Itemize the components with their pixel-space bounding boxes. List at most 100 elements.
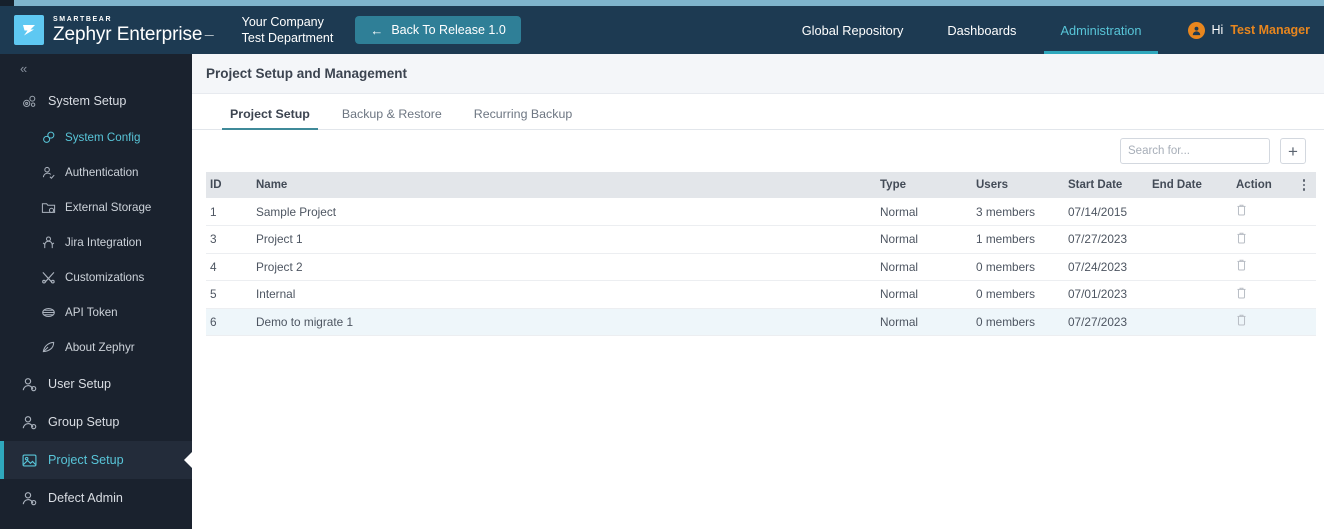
cell-type: Normal (880, 314, 919, 329)
cell-menu (1292, 253, 1316, 281)
sidebar-item-jira-integration[interactable]: Jira Integration (0, 225, 192, 260)
sidebar-item-label: External Storage (65, 201, 152, 214)
sidebar-item-customizations[interactable]: Customizations (0, 260, 192, 295)
cell-users: 1 members (976, 232, 1036, 247)
cell-action (1232, 253, 1292, 281)
tab-project-setup[interactable]: Project Setup (214, 107, 326, 130)
back-to-release-button[interactable]: ← Back To Release 1.0 (355, 16, 521, 44)
plus-icon: + (1288, 141, 1298, 161)
sidebar-item-label: User Setup (48, 377, 111, 391)
sidebar-item-defect-admin[interactable]: Defect Admin (0, 479, 192, 517)
nav-label: Dashboards (947, 22, 1017, 38)
sidebar-item-group-setup[interactable]: Group Setup (0, 403, 192, 441)
cell-action (1232, 308, 1292, 336)
tab-bar: Project Setup Backup & Restore Recurring… (192, 94, 1324, 130)
cell-menu (1292, 308, 1316, 336)
sidebar-item-system-setup[interactable]: System Setup (0, 82, 192, 120)
cell-name[interactable]: Project 2 (252, 253, 876, 281)
cell-type: Normal (880, 287, 919, 302)
sidebar-item-authentication[interactable]: Authentication (0, 155, 192, 190)
sidebar-item-label: Authentication (65, 166, 139, 179)
trademark-symbol: — (202, 29, 214, 40)
main-content: Project Setup and Management Project Set… (192, 54, 1324, 529)
table-row[interactable]: 5 Internal Normal 0 members 07/01/2023 (206, 280, 1316, 309)
sidebar-item-about-zephyr[interactable]: About Zephyr (0, 330, 192, 365)
brand-product: Zephyr Enterprise — (53, 24, 214, 45)
sidebar-item-label: System Config (65, 131, 141, 144)
cell-type: Normal (880, 259, 919, 274)
trash-delete-icon[interactable] (1236, 314, 1247, 329)
column-header-type[interactable]: Type (876, 172, 972, 198)
cell-users: 3 members (976, 204, 1036, 219)
table-row[interactable]: 3 Project 1 Normal 1 members 07/27/2023 (206, 225, 1316, 254)
app-header: SMARTBEAR Zephyr Enterprise — Your Compa… (0, 6, 1324, 54)
header-brand-area: SMARTBEAR Zephyr Enterprise — (0, 15, 214, 45)
sidebar-item-system-config[interactable]: System Config (0, 120, 192, 155)
cell-action (1232, 281, 1292, 309)
column-header-users[interactable]: Users (972, 172, 1064, 198)
cell-start-date: 07/24/2023 (1068, 259, 1128, 274)
cell-end-date (1148, 226, 1232, 254)
page-header: Project Setup and Management (192, 54, 1324, 94)
cell-id: 4 (210, 259, 217, 274)
trash-delete-icon[interactable] (1236, 204, 1247, 219)
column-header-name[interactable]: Name (252, 172, 876, 198)
sidebar-item-user-setup[interactable]: User Setup (0, 365, 192, 403)
cell-menu (1292, 226, 1316, 254)
zephyr-wing-logo-icon[interactable] (14, 15, 44, 45)
cell-menu (1292, 281, 1316, 309)
cell-users: 0 members (976, 287, 1036, 302)
column-header-start-date[interactable]: Start Date (1064, 172, 1148, 198)
cell-id: 1 (210, 204, 217, 219)
cell-name[interactable]: Sample Project (252, 198, 876, 226)
nav-item-dashboards[interactable]: Dashboards (925, 6, 1038, 54)
column-header-end-date[interactable]: End Date (1148, 172, 1232, 198)
tab-backup-restore[interactable]: Backup & Restore (326, 107, 458, 129)
sidebar-collapse-button[interactable]: « (0, 54, 192, 82)
table-row[interactable]: 4 Project 2 Normal 0 members 07/24/2023 (206, 253, 1316, 281)
external-storage-folder-icon (40, 199, 57, 216)
nav-label: Global Repository (801, 22, 904, 38)
user-menu[interactable]: Hi Test Manager (1164, 21, 1310, 39)
cell-start-date: 07/27/2023 (1068, 314, 1128, 329)
trash-delete-icon[interactable] (1236, 287, 1247, 302)
nav-item-administration[interactable]: Administration (1038, 6, 1163, 54)
nav-item-global-repository[interactable]: Global Repository (780, 6, 926, 54)
sidebar-item-project-setup[interactable]: Project Setup (0, 441, 192, 479)
cell-name[interactable]: Project 1 (252, 226, 876, 254)
sidebar-item-label: API Token (65, 306, 118, 319)
active-item-pointer (184, 452, 192, 468)
table-body: 1 Sample Project Normal 3 members 07/14/… (206, 198, 1316, 336)
trash-delete-icon[interactable] (1236, 232, 1247, 247)
cell-menu (1292, 198, 1316, 226)
add-project-button[interactable]: + (1280, 138, 1306, 164)
table-row[interactable]: 1 Sample Project Normal 3 members 07/14/… (206, 198, 1316, 226)
column-header-id[interactable]: ID (206, 172, 252, 198)
cell-type: Normal (880, 204, 919, 219)
system-config-icon (40, 129, 57, 146)
column-header-menu[interactable] (1292, 172, 1316, 198)
cell-type: Normal (880, 232, 919, 247)
cell-action (1232, 226, 1292, 254)
project-setup-image-icon (20, 451, 39, 470)
trash-delete-icon[interactable] (1236, 259, 1247, 274)
nav-label: Administration (1060, 22, 1142, 38)
jira-integration-icon (40, 234, 57, 251)
cell-end-date (1148, 281, 1232, 309)
cell-name[interactable]: Internal (252, 281, 876, 309)
application-window: SMARTBEAR Zephyr Enterprise — Your Compa… (0, 0, 1324, 529)
sidebar-item-api-token[interactable]: API Token (0, 295, 192, 330)
user-name: Test Manager (1230, 23, 1310, 37)
search-box[interactable] (1120, 138, 1294, 164)
department-name: Test Department (241, 31, 334, 45)
cell-name[interactable]: Demo to migrate 1 (252, 308, 876, 336)
tab-label: Recurring Backup (473, 107, 573, 121)
sidebar-item-external-storage[interactable]: External Storage (0, 190, 192, 225)
search-input[interactable] (1128, 145, 1282, 157)
group-setup-icon (20, 413, 39, 432)
sidebar-item-label: Group Setup (48, 415, 120, 429)
tab-recurring-backup[interactable]: Recurring Backup (458, 107, 588, 129)
cell-start-date: 07/14/2015 (1068, 204, 1128, 219)
table-row[interactable]: 6 Demo to migrate 1 Normal 0 members 07/… (206, 308, 1316, 336)
kebab-menu-icon[interactable] (1296, 179, 1312, 191)
